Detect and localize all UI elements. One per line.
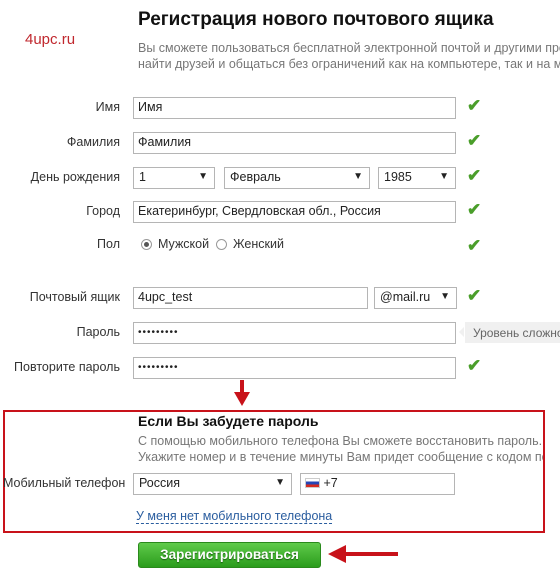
city-input[interactable]: Екатеринбург, Свердловская обл., Россия: [133, 201, 456, 223]
recovery-text: Укажите номер и в течение минуты Вам при…: [138, 450, 543, 464]
recovery-heading: Если Вы забудете пароль: [138, 413, 319, 429]
password-label: Пароль: [76, 325, 120, 339]
birthday-year-select[interactable]: 1985 ▼: [378, 167, 456, 189]
gender-female-radio[interactable]: [216, 239, 227, 250]
phone-prefix: +7: [323, 476, 338, 490]
password-input[interactable]: •••••••••: [133, 322, 456, 344]
arrow-left-icon: [328, 545, 398, 563]
check-icon: ✔: [467, 236, 482, 255]
first-name-input[interactable]: Имя: [133, 97, 456, 119]
russia-flag-icon: [305, 478, 320, 488]
gender-male-radio[interactable]: [141, 239, 152, 250]
description-line: найти друзей и общаться без ограничений …: [138, 57, 560, 71]
chevron-down-icon: ▼: [440, 291, 450, 302]
description-line: Вы сможете пользоваться бесплатной элект…: [138, 41, 560, 55]
chevron-down-icon: ▼: [198, 171, 208, 182]
last-name-label: Фамилия: [66, 135, 120, 149]
birthday-month-select[interactable]: Февраль ▼: [224, 167, 370, 189]
country-value: Россия: [139, 476, 180, 490]
check-icon: ✔: [467, 356, 482, 375]
register-button[interactable]: Зарегистрироваться: [138, 542, 321, 568]
mailbox-input[interactable]: 4upc_test: [133, 287, 368, 309]
password-repeat-input[interactable]: •••••••••: [133, 357, 456, 379]
chevron-down-icon: ▼: [275, 477, 285, 488]
first-name-label: Имя: [95, 100, 120, 114]
chevron-down-icon: ▼: [353, 171, 363, 182]
no-phone-link[interactable]: У меня нет мобильного телефона: [136, 509, 333, 524]
check-icon: ✔: [467, 166, 482, 185]
mail-domain-select[interactable]: @mail.ru ▼: [374, 287, 457, 309]
last-name-input[interactable]: Фамилия: [133, 132, 456, 154]
mailbox-label: Почтовый ящик: [29, 290, 120, 304]
password-strength-tooltip: Уровень сложности: [459, 322, 560, 343]
gender-female-label[interactable]: Женский: [233, 237, 284, 251]
chevron-down-icon: ▼: [439, 171, 449, 182]
gender-male-label[interactable]: Мужской: [158, 237, 209, 251]
month-value: Февраль: [230, 170, 281, 184]
check-icon: ✔: [467, 96, 482, 115]
check-icon: ✔: [467, 286, 482, 305]
password-repeat-label: Повторите пароль: [14, 360, 120, 374]
phone-label: Мобильный телефон: [3, 476, 126, 490]
gender-label: Пол: [97, 237, 120, 251]
country-select[interactable]: Россия ▼: [133, 473, 292, 495]
day-value: 1: [139, 170, 146, 184]
check-icon: ✔: [467, 131, 482, 150]
birthday-label: День рождения: [30, 170, 120, 184]
birthday-day-select[interactable]: 1 ▼: [133, 167, 215, 189]
page-title: Регистрация нового почтового ящика: [138, 9, 494, 30]
recovery-text: С помощью мобильного телефона Вы сможете…: [138, 434, 543, 448]
year-value: 1985: [384, 170, 412, 184]
domain-value: @mail.ru: [380, 290, 431, 304]
arrow-down-icon: [234, 380, 250, 406]
watermark: 4upc.ru: [25, 31, 76, 48]
phone-input[interactable]: +7: [300, 473, 455, 495]
check-icon: ✔: [467, 200, 482, 219]
city-label: Город: [86, 204, 120, 218]
